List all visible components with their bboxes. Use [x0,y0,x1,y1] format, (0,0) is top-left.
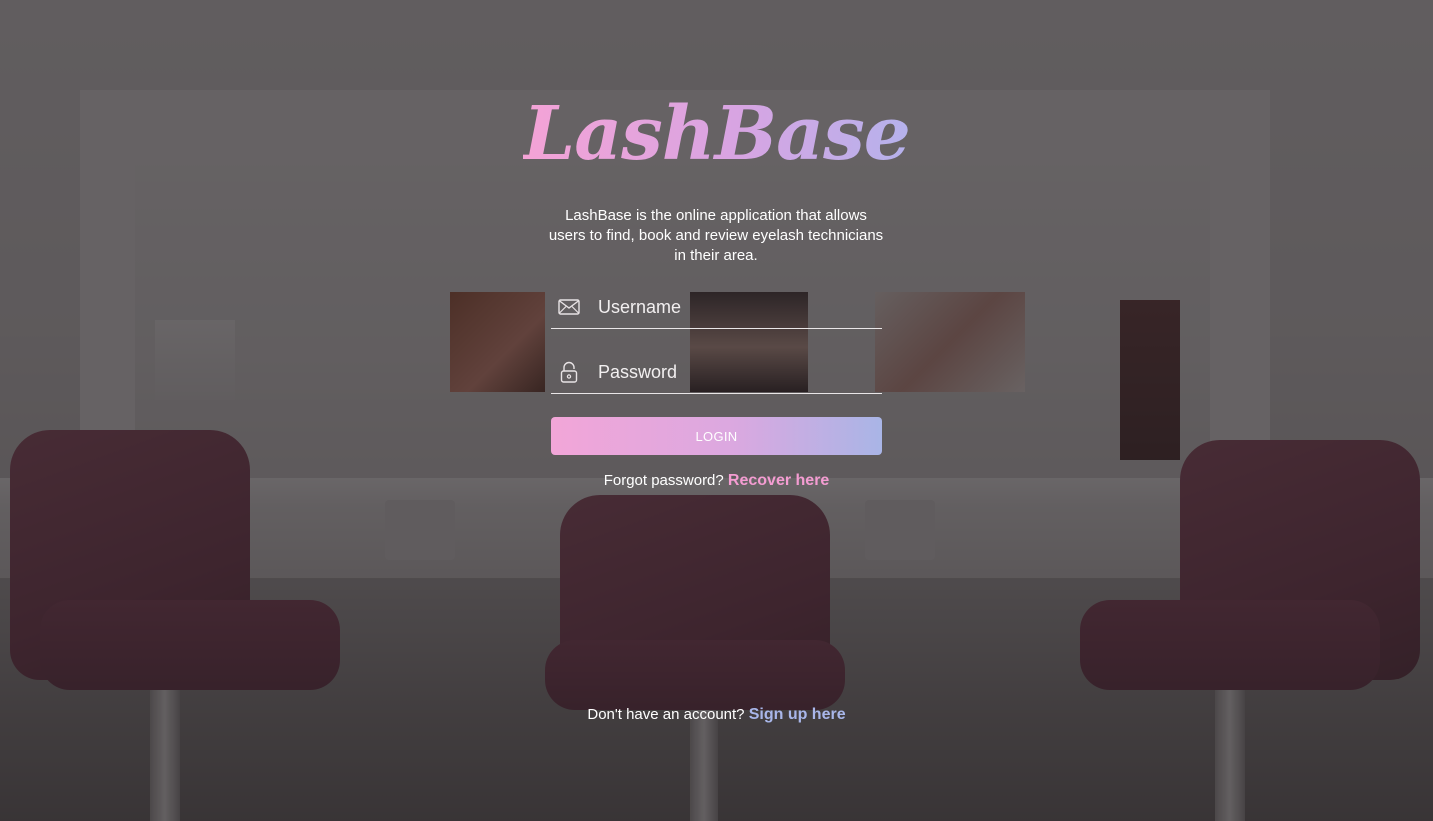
recover-prompt: Forgot password? [603,472,724,489]
login-button[interactable]: LOGIN [551,417,882,455]
recover-password-row: Forgot password? Recover here [0,472,1433,490]
login-panel: LashBase LashBase is the online applicat… [0,0,1433,821]
username-input[interactable] [598,292,882,322]
envelope-icon [557,295,581,319]
app-logo-text: LashBase [523,91,911,177]
recover-link[interactable]: Recover here [728,472,829,489]
signup-link[interactable]: Sign up here [749,706,846,723]
login-page: LashBase LashBase is the online applicat… [0,0,1433,821]
app-logo: LashBase [0,84,1433,184]
signup-prompt: Don't have an account? [587,706,745,723]
username-field [551,286,882,329]
signup-row: Don't have an account? Sign up here [0,706,1433,724]
lock-icon [557,360,581,384]
password-input[interactable] [598,357,882,387]
password-field [551,351,882,394]
app-tagline: LashBase is the online application that … [548,207,884,264]
